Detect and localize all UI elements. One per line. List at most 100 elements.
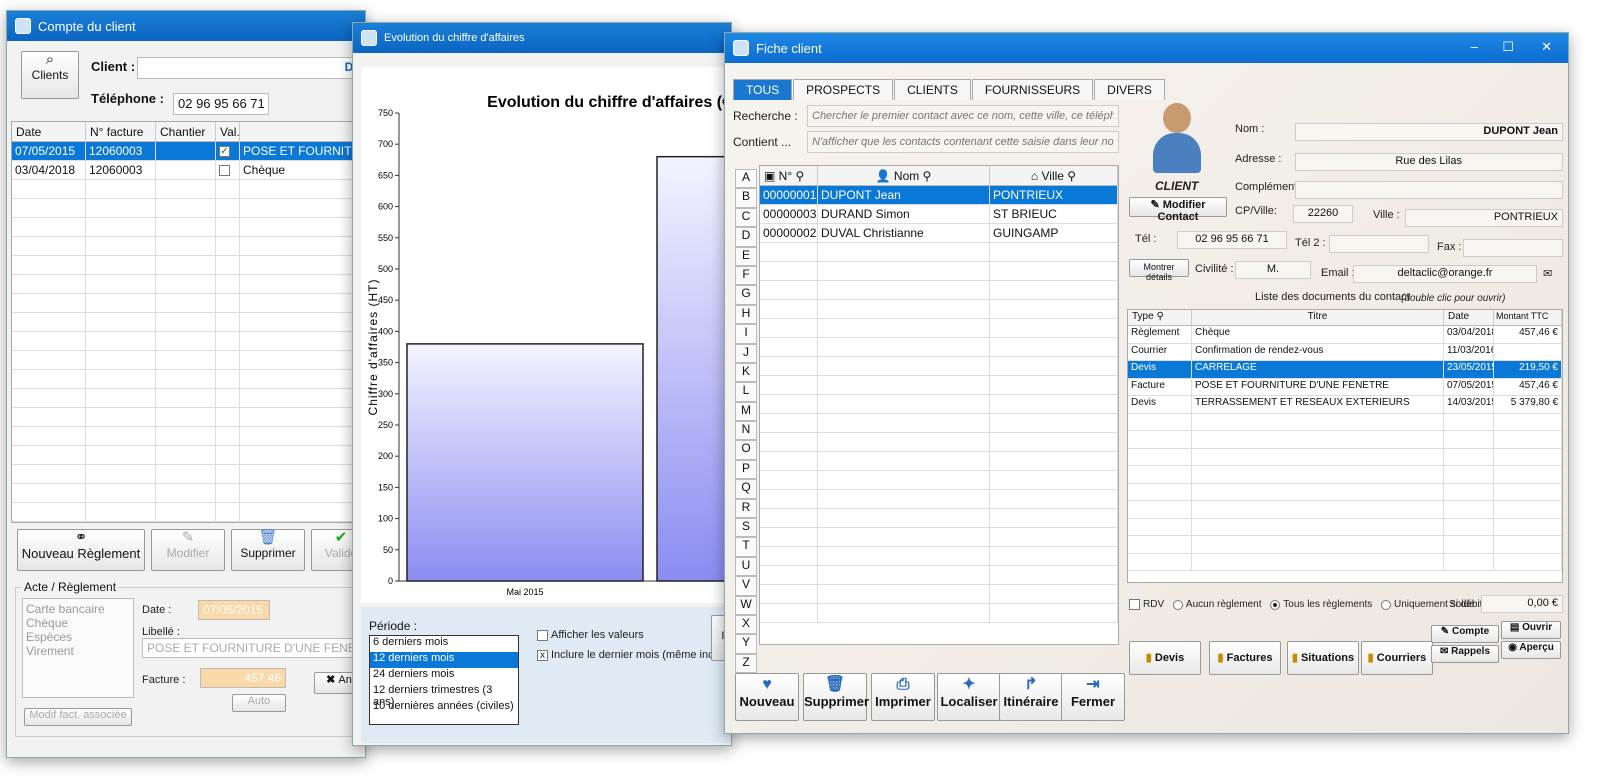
val-cell[interactable] [216, 313, 240, 331]
col-ville[interactable]: ⌂ Ville ⚲ [990, 166, 1118, 185]
checkbox[interactable] [537, 629, 548, 641]
rappels-button[interactable]: ✉ Rappels [1431, 645, 1499, 663]
letter-f[interactable]: F [735, 265, 757, 286]
letter-s[interactable]: S [735, 518, 757, 538]
table-row[interactable] [12, 218, 365, 237]
val-cell[interactable]: ✓ [216, 142, 240, 160]
col-chantier[interactable]: Chantier [156, 122, 216, 141]
table-row[interactable] [760, 319, 1118, 338]
table-row[interactable] [12, 370, 365, 389]
client-field[interactable]: DU [137, 57, 365, 79]
letter-t[interactable]: T [735, 537, 757, 557]
checkbox[interactable]: x [537, 649, 548, 661]
table-row[interactable] [12, 256, 365, 275]
val-cell[interactable] [216, 484, 240, 502]
letter-k[interactable]: K [735, 362, 757, 383]
tab-fournisseurs[interactable]: FOURNISSEURS [971, 79, 1094, 100]
compte-button[interactable]: ✎ Compte [1431, 625, 1499, 643]
mode-item[interactable]: Espèces [26, 630, 130, 644]
letter-d[interactable]: D [735, 227, 757, 247]
modifier-contact-button[interactable]: ✎ Modifier Contact [1129, 197, 1227, 223]
table-row[interactable] [760, 281, 1118, 300]
facture-field[interactable]: 457,46 [200, 668, 286, 688]
table-row[interactable] [12, 313, 365, 332]
modifier-button[interactable]: ✎ Modifier [151, 529, 225, 571]
table-row[interactable] [12, 351, 365, 370]
table-row[interactable] [12, 294, 365, 313]
letter-i[interactable]: I [735, 324, 757, 344]
table-row[interactable] [760, 433, 1118, 452]
itinéraire-button[interactable]: ↱ Itinéraire [999, 673, 1063, 721]
modif-fact-button[interactable]: Modif fact. associée [24, 708, 132, 726]
table-row[interactable] [760, 376, 1118, 395]
debiteur-radio[interactable] [1381, 599, 1392, 610]
table-row[interactable] [12, 180, 365, 199]
table-row[interactable] [1128, 466, 1562, 484]
letter-g[interactable]: G [735, 285, 757, 305]
table-row[interactable] [760, 585, 1118, 604]
table-row[interactable] [760, 262, 1118, 281]
fax-field[interactable] [1463, 239, 1563, 257]
val-checkbox[interactable] [219, 165, 230, 177]
tab-clients[interactable]: CLIENTS [894, 79, 971, 100]
val-cell[interactable] [216, 294, 240, 312]
supprimer-button[interactable]: 🗑 Supprimer [231, 529, 305, 571]
col-val[interactable]: Val. [216, 122, 240, 141]
table-row[interactable]: Règlement Chèque 03/04/2018 457,46 € [1128, 326, 1562, 344]
table-row[interactable]: 00000001 DUPONT Jean PONTRIEUX [760, 186, 1118, 205]
table-row[interactable] [1128, 518, 1562, 536]
tel2-field[interactable] [1329, 235, 1429, 253]
table-row[interactable] [760, 604, 1118, 623]
table-row[interactable] [1128, 448, 1562, 466]
val-checkbox[interactable]: ✓ [219, 146, 230, 158]
minimize-icon[interactable]: – [1471, 39, 1478, 54]
letter-c[interactable]: C [735, 207, 757, 228]
afficher-valeurs-checkbox[interactable]: Afficher les valeurs [537, 629, 644, 641]
val-cell[interactable] [216, 503, 240, 521]
table-row[interactable] [760, 509, 1118, 528]
email-send-icon[interactable]: ✉ [1543, 267, 1552, 280]
letter-a[interactable]: A [735, 169, 757, 189]
periode-item[interactable]: 24 derniers mois [370, 668, 518, 684]
val-cell[interactable] [216, 180, 240, 198]
contient-input[interactable] [807, 131, 1119, 153]
val-cell[interactable] [216, 370, 240, 388]
tab-tous[interactable]: TOUS [733, 79, 793, 100]
letter-z[interactable]: Z [735, 653, 757, 674]
col-date[interactable]: Date [1444, 310, 1494, 325]
tab-divers[interactable]: DIVERS [1094, 79, 1165, 100]
table-row[interactable] [12, 332, 365, 351]
aucun-radio[interactable] [1172, 599, 1183, 610]
val-cell[interactable] [216, 275, 240, 293]
periode-item[interactable]: 12 derniers trimestres (3 ans) [370, 684, 518, 708]
table-row[interactable] [12, 237, 365, 256]
nom-field[interactable]: DUPONT Jean [1295, 123, 1563, 141]
table-row[interactable]: Devis CARRELAGE 23/05/2015 219,50 € [1128, 361, 1562, 379]
imprimer-button[interactable]: ⎙ Imprimer [871, 673, 935, 721]
email-field[interactable]: deltaclic@orange.fr [1353, 265, 1537, 283]
letter-h[interactable]: H [735, 304, 757, 325]
table-row[interactable] [1128, 413, 1562, 431]
table-row[interactable] [1128, 501, 1562, 519]
table-row[interactable] [12, 465, 365, 484]
col-date[interactable]: Date [12, 122, 86, 141]
table-row[interactable] [760, 566, 1118, 585]
tous-radio[interactable] [1270, 599, 1281, 610]
val-cell[interactable] [216, 465, 240, 483]
mode-item[interactable]: Carte bancaire [26, 602, 130, 616]
val-cell[interactable] [216, 427, 240, 445]
val-cell[interactable] [216, 218, 240, 236]
telephone-field[interactable]: 02 96 95 66 71 [173, 93, 269, 115]
table-row[interactable] [12, 427, 365, 446]
letter-n[interactable]: N [735, 421, 757, 441]
table-row[interactable]: Facture POSE ET FOURNITURE D'UNE FENETRE 0… [1128, 378, 1562, 396]
val-cell[interactable] [216, 332, 240, 350]
table-row[interactable] [760, 471, 1118, 490]
letter-v[interactable]: V [735, 576, 757, 596]
periode-item[interactable]: 6 derniers mois [370, 636, 518, 652]
table-row[interactable] [12, 389, 365, 408]
table-row[interactable]: Devis TERRASSEMENT ET RESEAUX EXTERIEURS 1… [1128, 396, 1562, 414]
mode-item[interactable]: Virement [26, 644, 130, 658]
table-row[interactable] [760, 452, 1118, 471]
val-cell[interactable] [216, 389, 240, 407]
